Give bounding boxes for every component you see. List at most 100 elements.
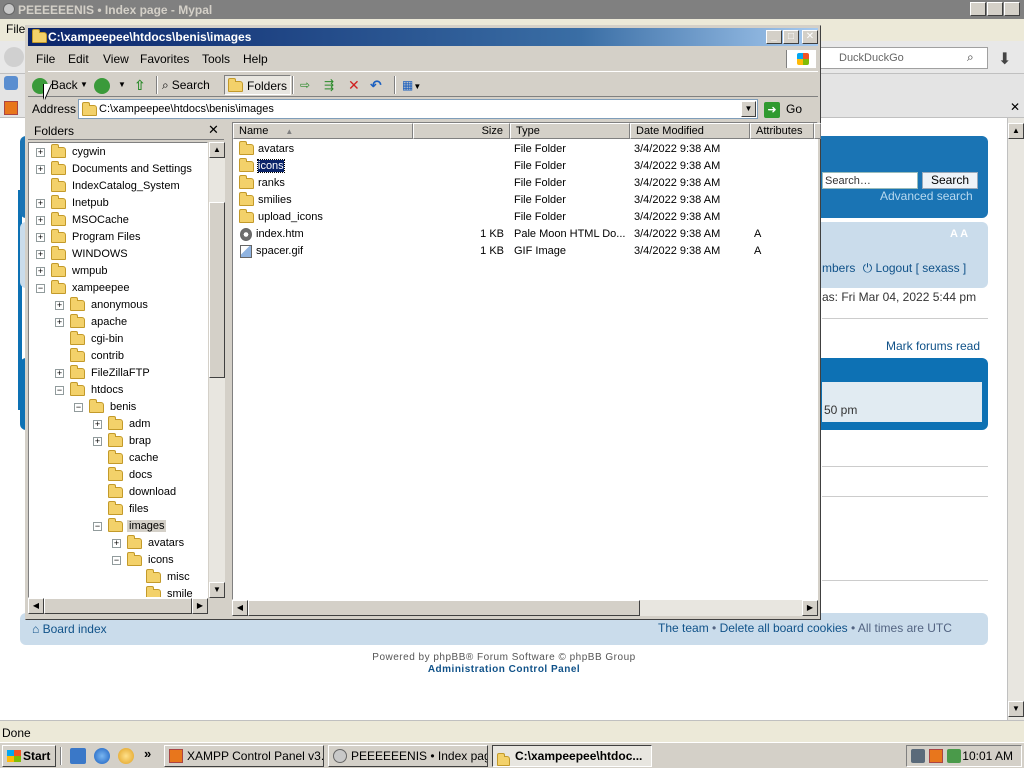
expand-icon[interactable]: + (93, 436, 102, 446)
task-explorer[interactable]: C:\xampeepee\htdoc... (492, 745, 652, 767)
volume-tray-icon[interactable] (947, 749, 961, 763)
tree-node[interactable]: + Inetpub (36, 194, 111, 212)
copy-to-icon[interactable]: ⇶ (324, 75, 334, 95)
tree-vertical-scrollbar[interactable]: ▲ ▼ (209, 142, 225, 598)
browser-menu-file[interactable]: File (6, 22, 25, 36)
search-icon[interactable]: ⌕ (967, 50, 974, 65)
expand-icon[interactable]: + (36, 266, 45, 276)
expand-icon[interactable]: + (36, 215, 45, 225)
tree-node[interactable]: misc (131, 568, 192, 586)
folders-button[interactable]: Folders (224, 75, 292, 95)
scroll-left-icon[interactable]: ◀ (232, 600, 248, 616)
tree-node[interactable]: + apache (55, 313, 129, 331)
tree-node[interactable]: − benis (74, 398, 138, 416)
menu-favorites[interactable]: Favorites (140, 52, 189, 66)
tree-node[interactable]: files (93, 500, 151, 518)
close-pane-icon[interactable]: ✕ (208, 122, 219, 138)
maximize-icon[interactable]: □ (783, 30, 799, 44)
minimize-icon[interactable]: _ (970, 2, 986, 16)
expand-icon[interactable]: + (36, 147, 45, 157)
tree-node[interactable]: cache (93, 449, 160, 467)
scroll-down-icon[interactable]: ▼ (209, 582, 225, 598)
menu-file[interactable]: File (36, 52, 55, 66)
file-row[interactable]: spacer.gif 1 KB GIF Image 3/4/2022 9:38 AM A (233, 243, 819, 260)
the-team-link[interactable]: The team (658, 621, 709, 635)
forward-button[interactable] (94, 75, 113, 95)
close-icon[interactable]: ✕ (1004, 2, 1020, 16)
file-list-horizontal-scrollbar[interactable]: ◀ ▶ (232, 600, 818, 616)
undo-icon[interactable]: ↶ (370, 75, 382, 95)
scroll-left-icon[interactable]: ◀ (28, 598, 44, 614)
tree-node[interactable]: + WINDOWS (36, 245, 130, 263)
download-icon[interactable]: ⬇ (998, 49, 1011, 69)
collapse-icon[interactable]: − (55, 385, 64, 395)
tree-node[interactable]: + wmpub (36, 262, 109, 280)
tree-node[interactable]: + avatars (112, 534, 186, 552)
tree-node[interactable]: + anonymous (55, 296, 150, 314)
browser-search-input[interactable]: DuckDuckGo ⌕ (820, 47, 988, 69)
tree-node[interactable]: − xampeepee (36, 279, 132, 297)
scroll-down-icon[interactable]: ▼ (1008, 701, 1024, 717)
mark-forums-read-link[interactable]: Mark forums read (886, 339, 980, 353)
board-index-label[interactable]: Board index (43, 622, 107, 636)
expand-icon[interactable]: + (93, 419, 102, 429)
members-link[interactable]: mbers (822, 261, 855, 275)
up-folder-icon[interactable]: ⇧ (134, 75, 146, 95)
menu-tools[interactable]: Tools (202, 52, 230, 66)
show-desktop-icon[interactable] (70, 748, 86, 764)
column-attributes[interactable]: Attributes (750, 123, 814, 139)
collapse-icon[interactable]: − (93, 521, 102, 531)
tab-close-icon[interactable]: ✕ (1010, 100, 1020, 114)
expand-icon[interactable]: + (36, 198, 45, 208)
tree-node[interactable]: + FileZillaFTP (55, 364, 152, 382)
font-size-change-icon[interactable]: A A (950, 228, 968, 240)
tab-search-icon[interactable] (4, 76, 18, 90)
forum-search-input[interactable]: Search… (822, 172, 918, 189)
tree-node[interactable]: − images (93, 517, 167, 535)
file-row[interactable]: icons File Folder 3/4/2022 9:38 AM (233, 158, 819, 175)
scroll-thumb[interactable] (209, 202, 225, 378)
quicklaunch-chevron[interactable]: » (144, 746, 151, 761)
delete-cookies-link[interactable]: Delete all board cookies (720, 621, 848, 635)
delete-icon[interactable]: ✕ (348, 75, 360, 95)
file-row[interactable]: ranks File Folder 3/4/2022 9:38 AM (233, 175, 819, 192)
expand-icon[interactable]: + (36, 164, 45, 174)
column-date-modified[interactable]: Date Modified (630, 123, 750, 139)
explorer-titlebar[interactable]: C:\xampeepee\htdocs\benis\images _ □ ✕ (28, 28, 818, 46)
expand-icon[interactable]: + (55, 300, 64, 310)
file-row[interactable]: avatars File Folder 3/4/2022 9:38 AM (233, 141, 819, 158)
clock[interactable]: 10:01 AM (962, 746, 1013, 766)
tree-node[interactable]: + brap (93, 432, 153, 450)
file-row[interactable]: smilies File Folder 3/4/2022 9:38 AM (233, 192, 819, 209)
tree-node[interactable]: + adm (93, 415, 152, 433)
scroll-thumb[interactable] (248, 600, 640, 616)
task-browser[interactable]: PEEEEEENIS • Index pag... (328, 745, 488, 767)
xampp-tray-icon[interactable] (929, 749, 943, 763)
collapse-icon[interactable]: − (74, 402, 83, 412)
menu-view[interactable]: View (103, 52, 129, 66)
forward-dropdown-icon[interactable]: ▼ (118, 75, 126, 95)
board-index-link[interactable]: ⌂ Board index (32, 622, 107, 636)
file-row[interactable]: upload_icons File Folder 3/4/2022 9:38 AM (233, 209, 819, 226)
task-xampp[interactable]: XAMPP Control Panel v3.... (164, 745, 324, 767)
collapse-icon[interactable]: − (36, 283, 45, 293)
internet-explorer-icon[interactable] (94, 748, 110, 764)
column-type[interactable]: Type (510, 123, 630, 139)
scroll-thumb[interactable] (44, 598, 192, 614)
tree-node[interactable]: + Documents and Settings (36, 160, 194, 178)
menu-edit[interactable]: Edit (68, 52, 89, 66)
scroll-up-icon[interactable]: ▲ (1008, 123, 1024, 139)
move-to-icon[interactable]: ⇨ (300, 75, 310, 95)
mypal-icon[interactable] (118, 748, 134, 764)
acp-link[interactable]: Administration Control Panel (0, 664, 1008, 675)
xampp-tab-icon[interactable] (4, 101, 18, 115)
logout-link[interactable]: Logout [ sexass ] (876, 261, 967, 275)
tree-node[interactable]: cgi-bin (55, 330, 125, 348)
tree-node[interactable]: − icons (112, 551, 176, 569)
file-row[interactable]: index.htm 1 KB Pale Moon HTML Do... 3/4/202… (233, 226, 819, 243)
tree-node[interactable]: smile (131, 585, 195, 597)
address-dropdown-icon[interactable]: ▼ (741, 101, 756, 117)
collapse-icon[interactable]: − (112, 555, 121, 565)
scroll-right-icon[interactable]: ▶ (802, 600, 818, 616)
network-tray-icon[interactable] (911, 749, 925, 763)
